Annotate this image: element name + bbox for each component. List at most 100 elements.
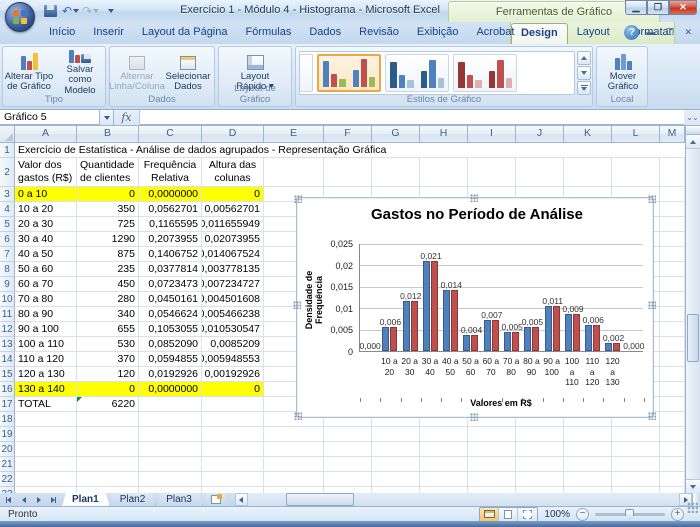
cell-height[interactable]: 0,02073955 bbox=[202, 232, 264, 247]
cell-total-value[interactable]: 6220 bbox=[77, 397, 139, 412]
cell-empty[interactable] bbox=[612, 158, 660, 187]
cell-freq[interactable]: 0,1053055 bbox=[139, 322, 202, 337]
cell-empty[interactable] bbox=[612, 457, 660, 472]
cell-range[interactable]: 60 a 70 bbox=[15, 277, 77, 292]
cell-qty[interactable]: 370 bbox=[77, 352, 139, 367]
cell-empty[interactable] bbox=[468, 158, 516, 187]
cell-empty[interactable] bbox=[468, 472, 516, 487]
cell-empty[interactable] bbox=[564, 442, 612, 457]
row-header-16[interactable]: 16 bbox=[0, 382, 15, 397]
row-header-22[interactable]: 22 bbox=[0, 472, 15, 487]
row-header-7[interactable]: 7 bbox=[0, 247, 15, 262]
cell-freq[interactable]: 0,1165595 bbox=[139, 217, 202, 232]
row-header-5[interactable]: 5 bbox=[0, 217, 15, 232]
vertical-split-handle[interactable] bbox=[686, 126, 700, 135]
row-header-18[interactable]: 18 bbox=[0, 412, 15, 427]
cell-height[interactable]: 0,00562701 bbox=[202, 202, 264, 217]
cell-empty[interactable] bbox=[372, 457, 420, 472]
cell-freq[interactable]: 0,0000000 bbox=[139, 187, 202, 202]
cell-total-label[interactable]: TOTAL bbox=[15, 397, 77, 412]
header-valor[interactable]: Valor dos gastos (R$) bbox=[15, 158, 77, 187]
cell-empty[interactable] bbox=[139, 442, 202, 457]
office-button[interactable] bbox=[5, 2, 35, 32]
zoom-level[interactable]: 100% bbox=[544, 509, 570, 520]
cell-empty[interactable] bbox=[372, 158, 420, 187]
redo-icon[interactable]: ↷ bbox=[82, 3, 99, 19]
column-header-G[interactable]: G bbox=[372, 126, 420, 143]
row-header-6[interactable]: 6 bbox=[0, 232, 15, 247]
chart-object[interactable]: Gastos no Período de Análise Densidade d… bbox=[296, 197, 654, 418]
cell-empty[interactable] bbox=[420, 457, 468, 472]
name-box-dropdown-icon[interactable] bbox=[100, 110, 114, 125]
cell-empty[interactable] bbox=[660, 367, 685, 382]
undo-icon[interactable]: ↶ bbox=[62, 3, 79, 19]
cell-qty[interactable]: 235 bbox=[77, 262, 139, 277]
page-layout-view-icon[interactable] bbox=[499, 508, 518, 521]
cell-range[interactable]: 40 a 50 bbox=[15, 247, 77, 262]
cell-range[interactable]: 80 a 90 bbox=[15, 307, 77, 322]
cell-freq[interactable]: 0,0377814 bbox=[139, 262, 202, 277]
cell-qty[interactable]: 120 bbox=[77, 367, 139, 382]
cell-empty[interactable] bbox=[202, 427, 264, 442]
cell-empty[interactable] bbox=[516, 457, 564, 472]
cell-empty[interactable] bbox=[420, 158, 468, 187]
cell-empty[interactable] bbox=[139, 472, 202, 487]
tab-layout-da-página[interactable]: Layout da Página bbox=[133, 22, 237, 44]
move-chart-button[interactable]: MoverGráfico bbox=[598, 50, 648, 94]
gallery-more-icon[interactable] bbox=[577, 81, 591, 95]
scroll-down-icon[interactable] bbox=[686, 479, 700, 493]
cell-empty[interactable] bbox=[139, 427, 202, 442]
column-header-M[interactable]: M bbox=[660, 126, 685, 143]
cell-qty[interactable]: 450 bbox=[77, 277, 139, 292]
column-header-C[interactable]: C bbox=[139, 126, 202, 143]
cell-qty[interactable]: 280 bbox=[77, 292, 139, 307]
gallery-down-icon[interactable] bbox=[577, 66, 591, 80]
cell-range[interactable]: 100 a 110 bbox=[15, 337, 77, 352]
column-header-J[interactable]: J bbox=[516, 126, 564, 143]
cell-empty[interactable] bbox=[660, 262, 685, 277]
cell-qty[interactable]: 340 bbox=[77, 307, 139, 322]
cell-empty[interactable] bbox=[324, 472, 372, 487]
bar-series1[interactable] bbox=[403, 301, 410, 351]
cell-empty[interactable] bbox=[324, 457, 372, 472]
cell-range[interactable]: 90 a 100 bbox=[15, 322, 77, 337]
zoom-out-icon[interactable]: − bbox=[576, 508, 589, 521]
cell-empty[interactable] bbox=[372, 427, 420, 442]
bar-series2[interactable] bbox=[411, 301, 418, 351]
bar-series1[interactable] bbox=[585, 325, 592, 351]
header-altura[interactable]: Altura das colunas bbox=[202, 158, 264, 187]
cell-empty[interactable] bbox=[202, 442, 264, 457]
cell-empty[interactable] bbox=[15, 472, 77, 487]
cell-qty[interactable]: 655 bbox=[77, 322, 139, 337]
tab-revisão[interactable]: Revisão bbox=[350, 22, 408, 44]
bar-series2[interactable] bbox=[471, 335, 478, 351]
cell-empty[interactable] bbox=[660, 382, 685, 397]
vertical-scrollbar[interactable] bbox=[685, 126, 700, 493]
cell-empty[interactable] bbox=[660, 412, 685, 427]
cell-empty[interactable] bbox=[372, 472, 420, 487]
resize-grip[interactable] bbox=[687, 502, 698, 513]
zoom-slider[interactable] bbox=[595, 513, 665, 516]
cell-empty[interactable] bbox=[660, 322, 685, 337]
cell-freq[interactable]: 0,0546624 bbox=[139, 307, 202, 322]
normal-view-icon[interactable] bbox=[480, 508, 499, 521]
cell-empty[interactable] bbox=[660, 307, 685, 322]
cell-empty[interactable] bbox=[468, 442, 516, 457]
row-header-10[interactable]: 10 bbox=[0, 292, 15, 307]
row-header-4[interactable]: 4 bbox=[0, 202, 15, 217]
cell-empty[interactable] bbox=[264, 472, 324, 487]
row-header-1[interactable]: 1 bbox=[0, 143, 15, 158]
cell-freq[interactable]: 0,0450161 bbox=[139, 292, 202, 307]
cell-range[interactable]: 0 a 10 bbox=[15, 187, 77, 202]
cell-empty[interactable] bbox=[15, 442, 77, 457]
cell-empty[interactable] bbox=[660, 247, 685, 262]
cell-freq[interactable]: 0,0723473 bbox=[139, 277, 202, 292]
cell-empty[interactable] bbox=[77, 412, 139, 427]
selection-handle[interactable] bbox=[648, 301, 656, 309]
cell-qty[interactable]: 350 bbox=[77, 202, 139, 217]
row-header-21[interactable]: 21 bbox=[0, 457, 15, 472]
name-box[interactable]: Gráfico 5 bbox=[0, 110, 100, 125]
prev-sheet-icon[interactable] bbox=[17, 494, 30, 505]
column-header-L[interactable]: L bbox=[612, 126, 660, 143]
cell-qty[interactable]: 530 bbox=[77, 337, 139, 352]
